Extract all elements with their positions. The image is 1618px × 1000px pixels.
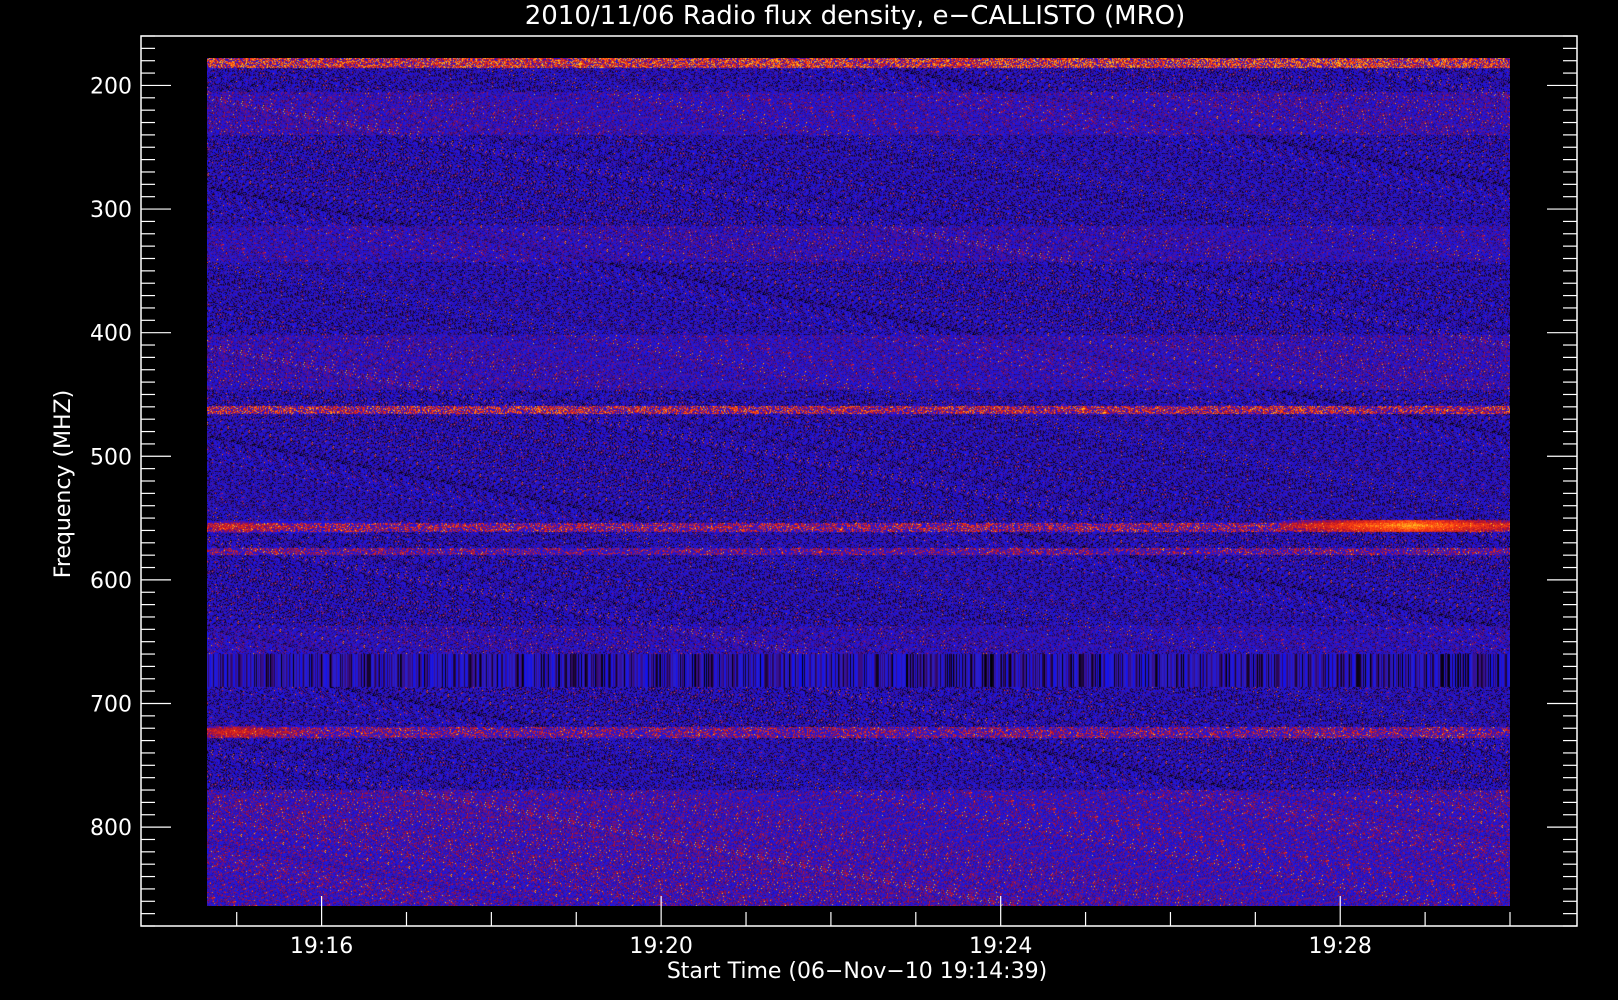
- x-tick-label: 19:16: [290, 934, 353, 959]
- chart-title: 2010/11/06 Radio flux density, e−CALLIST…: [525, 1, 1186, 31]
- y-tick-label: 400: [90, 322, 132, 347]
- y-tick-label: 500: [90, 445, 132, 470]
- x-tick-label: 19:20: [629, 934, 692, 959]
- y-tick-label: 300: [90, 198, 132, 223]
- x-axis-tick-labels: 19:16 19:20 19:24 19:28: [290, 934, 1372, 959]
- x-axis-label: Start Time (06−Nov−10 19:14:39): [667, 959, 1047, 984]
- y-axis-tick-labels: 200 300 400 500 600 700 800: [90, 74, 132, 841]
- spectrogram-chart: 2010/11/06 Radio flux density, e−CALLIST…: [51, 1, 1578, 984]
- y-tick-label: 600: [90, 569, 132, 594]
- y-tick-label: 700: [90, 693, 132, 718]
- y-tick-label: 200: [90, 74, 132, 99]
- heatmap-area: [207, 58, 1510, 906]
- heatmap-canvas: [207, 58, 1510, 906]
- y-tick-label: 800: [90, 816, 132, 841]
- x-tick-label: 19:24: [969, 934, 1032, 959]
- y-axis-label: Frequency (MHZ): [51, 390, 76, 578]
- x-tick-label: 19:28: [1309, 934, 1372, 959]
